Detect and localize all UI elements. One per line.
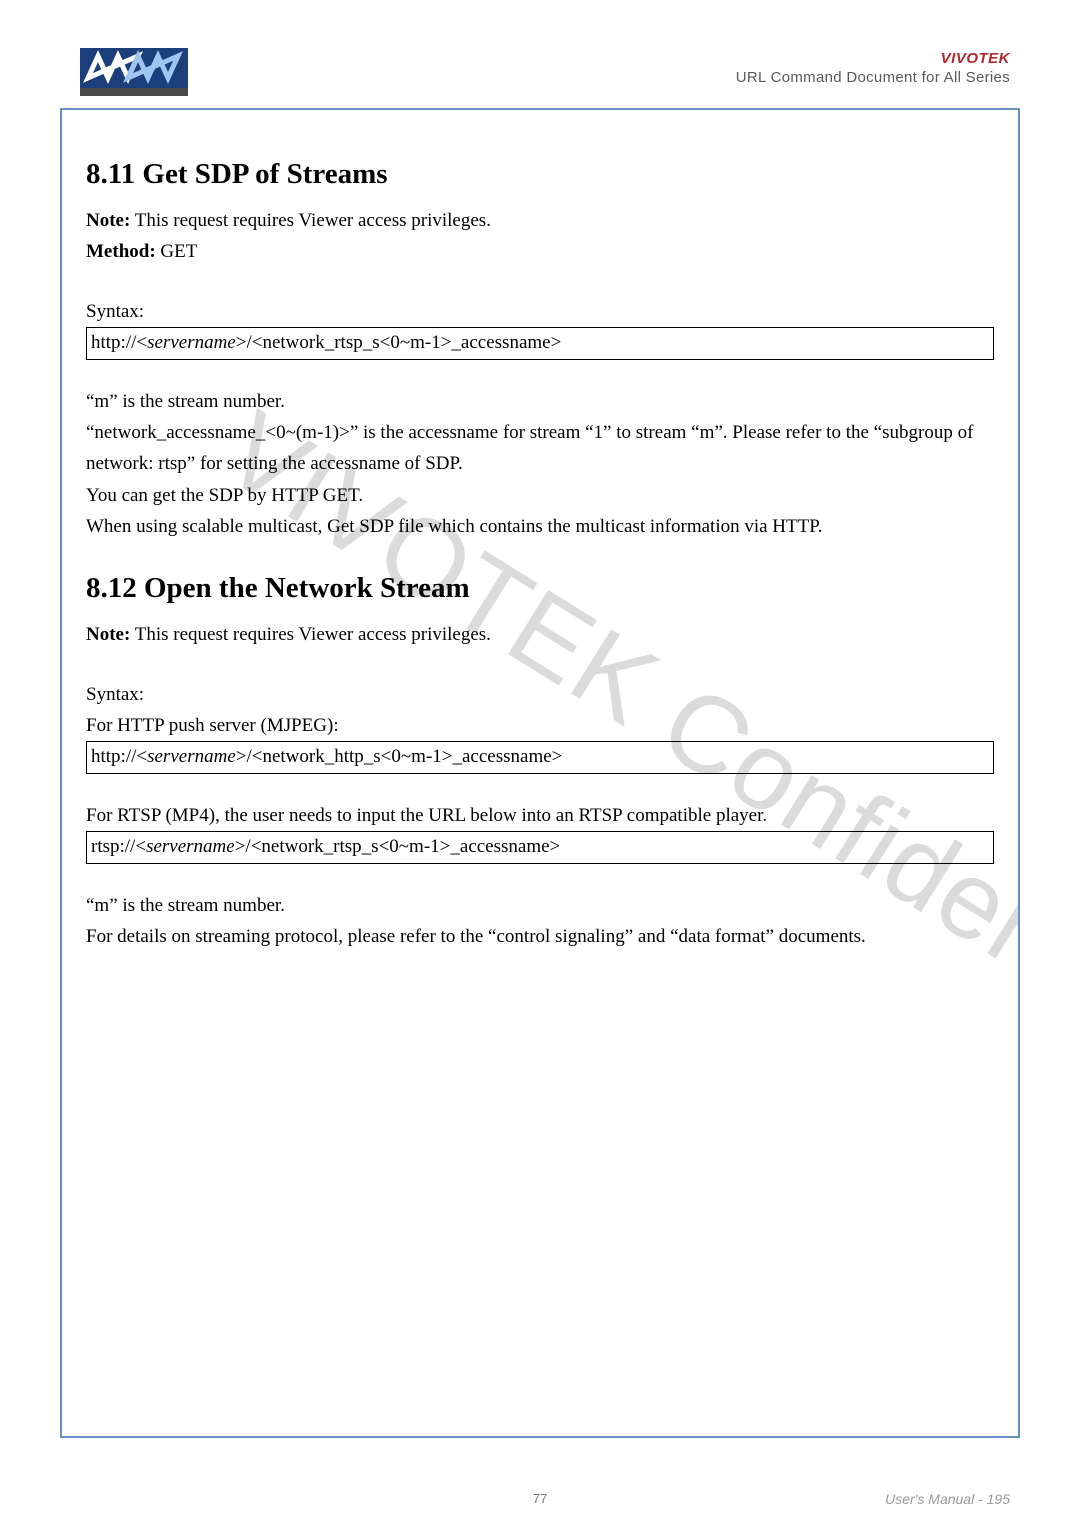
note-text: This request requires Viewer access priv…	[130, 210, 491, 231]
brand-logo	[80, 48, 188, 96]
section-heading-811: 8.11 Get SDP of Streams	[86, 158, 994, 191]
code2-servername: servername	[146, 836, 235, 857]
mjpeg-label: For HTTP push server (MJPEG):	[86, 710, 994, 741]
para-811-3: You can get the SDP by HTTP GET.	[86, 480, 994, 511]
code1-suffix: >/<network_http_s<0~m-1>_accessname>	[236, 746, 563, 767]
section-heading-812: 8.12 Open the Network Stream	[86, 572, 994, 605]
code-suffix: >/<network_rtsp_s<0~m-1>_accessname>	[236, 332, 562, 353]
code-servername: servername	[147, 332, 236, 353]
page-header: VIVOTEK URL Command Document for All Ser…	[60, 50, 1020, 100]
code-prefix: http://<	[91, 332, 147, 353]
code1-servername: servername	[147, 746, 236, 767]
footer-page-number: 77	[533, 1491, 547, 1506]
method-text: GET	[156, 241, 198, 262]
note-text-812: This request requires Viewer access priv…	[130, 624, 491, 645]
note-line-811: Note: This request requires Viewer acces…	[86, 205, 994, 236]
note-label-812: Note:	[86, 624, 130, 645]
syntax-label-811: Syntax:	[86, 296, 994, 327]
para-811-2: “network_accessname_<0~(m-1)>” is the ac…	[86, 417, 994, 480]
page: VIVOTEK URL Command Document for All Ser…	[0, 0, 1080, 1527]
syntax-label-812: Syntax:	[86, 679, 994, 710]
header-right: VIVOTEK URL Command Document for All Ser…	[736, 50, 1010, 86]
para-811-1: “m” is the stream number.	[86, 386, 994, 417]
content-frame: VIVOTEK Confidential 8.11 Get SDP of Str…	[60, 108, 1020, 1438]
para-811-4: When using scalable multicast, Get SDP f…	[86, 511, 994, 542]
brand-name: VIVOTEK	[736, 50, 1010, 67]
document-title: URL Command Document for All Series	[736, 69, 1010, 86]
syntax-box-812-rtsp: rtsp://<servername>/<network_rtsp_s<0~m-…	[86, 831, 994, 864]
code2-suffix: >/<network_rtsp_s<0~m-1>_accessname>	[235, 836, 561, 857]
syntax-box-812-http: http://<servername>/<network_http_s<0~m-…	[86, 741, 994, 774]
method-line: Method: GET	[86, 236, 994, 267]
syntax-box-811: http://<servername>/<network_rtsp_s<0~m-…	[86, 327, 994, 360]
note-line-812: Note: This request requires Viewer acces…	[86, 619, 994, 650]
rtsp-label: For RTSP (MP4), the user needs to input …	[86, 800, 994, 831]
method-label: Method:	[86, 241, 156, 262]
code2-prefix: rtsp://<	[91, 836, 146, 857]
note-label: Note:	[86, 210, 130, 231]
footer-manual-ref: User's Manual - 195	[885, 1491, 1010, 1507]
para-812-2: For details on streaming protocol, pleas…	[86, 921, 994, 952]
para-812-1: “m” is the stream number.	[86, 890, 994, 921]
code1-prefix: http://<	[91, 746, 147, 767]
